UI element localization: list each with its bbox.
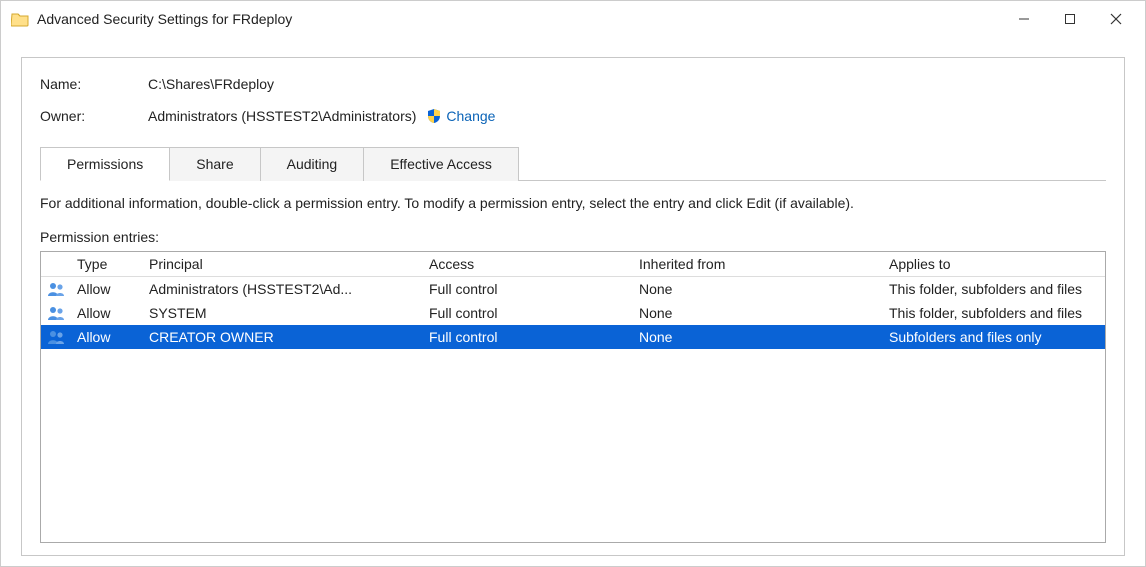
cell-type: Allow (77, 281, 149, 297)
cell-type: Allow (77, 305, 149, 321)
window-title: Advanced Security Settings for FRdeploy (37, 11, 1001, 27)
shield-icon (426, 108, 442, 124)
tab-auditing[interactable]: Auditing (261, 147, 365, 181)
titlebar: Advanced Security Settings for FRdeploy (1, 1, 1145, 37)
tab-strip: Permissions Share Auditing Effective Acc… (40, 146, 1106, 180)
change-link-text: Change (446, 108, 495, 124)
owner-row: Owner: Administrators (HSSTEST2\Administ… (40, 108, 1106, 124)
owner-value: Administrators (HSSTEST2\Administrators) (148, 108, 416, 124)
tab-effective-access[interactable]: Effective Access (364, 147, 519, 181)
cell-access: Full control (429, 305, 639, 321)
cell-inherited: None (639, 329, 889, 345)
window-frame: Advanced Security Settings for FRdeploy … (0, 0, 1146, 567)
cell-inherited: None (639, 281, 889, 297)
cell-applies: This folder, subfolders and files (889, 281, 1099, 297)
cell-applies: This folder, subfolders and files (889, 305, 1099, 321)
name-label: Name: (40, 76, 148, 92)
entries-label: Permission entries: (40, 229, 1106, 245)
cell-principal: CREATOR OWNER (149, 329, 429, 345)
content-area: Name: C:\Shares\FRdeploy Owner: Administ… (1, 37, 1145, 566)
folder-icon (11, 11, 29, 27)
header-principal[interactable]: Principal (149, 256, 429, 272)
cell-access: Full control (429, 329, 639, 345)
info-text: For additional information, double-click… (40, 195, 1106, 211)
owner-label: Owner: (40, 108, 148, 124)
minimize-button[interactable] (1001, 4, 1047, 34)
tab-permissions[interactable]: Permissions (40, 147, 170, 181)
cell-applies: Subfolders and files only (889, 329, 1099, 345)
principal-group-icon (47, 330, 67, 344)
dialog-body: Name: C:\Shares\FRdeploy Owner: Administ… (21, 57, 1125, 556)
header-access[interactable]: Access (429, 256, 639, 272)
maximize-button[interactable] (1047, 4, 1093, 34)
cell-access: Full control (429, 281, 639, 297)
entries-header: Type Principal Access Inherited from App… (41, 252, 1105, 277)
table-row[interactable]: Allow CREATOR OWNER Full control None Su… (41, 325, 1105, 349)
principal-group-icon (47, 282, 67, 296)
name-row: Name: C:\Shares\FRdeploy (40, 76, 1106, 92)
permission-entries-list[interactable]: Type Principal Access Inherited from App… (40, 251, 1106, 543)
header-applies[interactable]: Applies to (889, 256, 1099, 272)
header-inherited[interactable]: Inherited from (639, 256, 889, 272)
cell-principal: SYSTEM (149, 305, 429, 321)
cell-type: Allow (77, 329, 149, 345)
table-row[interactable]: Allow Administrators (HSSTEST2\Ad... Ful… (41, 277, 1105, 301)
table-row[interactable]: Allow SYSTEM Full control None This fold… (41, 301, 1105, 325)
principal-group-icon (47, 306, 67, 320)
name-value: C:\Shares\FRdeploy (148, 76, 274, 92)
window-controls (1001, 4, 1139, 34)
cell-inherited: None (639, 305, 889, 321)
cell-principal: Administrators (HSSTEST2\Ad... (149, 281, 429, 297)
tab-panel-permissions: For additional information, double-click… (40, 180, 1106, 543)
close-button[interactable] (1093, 4, 1139, 34)
header-type[interactable]: Type (77, 256, 149, 272)
tab-share[interactable]: Share (170, 147, 260, 181)
change-owner-link[interactable]: Change (426, 108, 495, 124)
